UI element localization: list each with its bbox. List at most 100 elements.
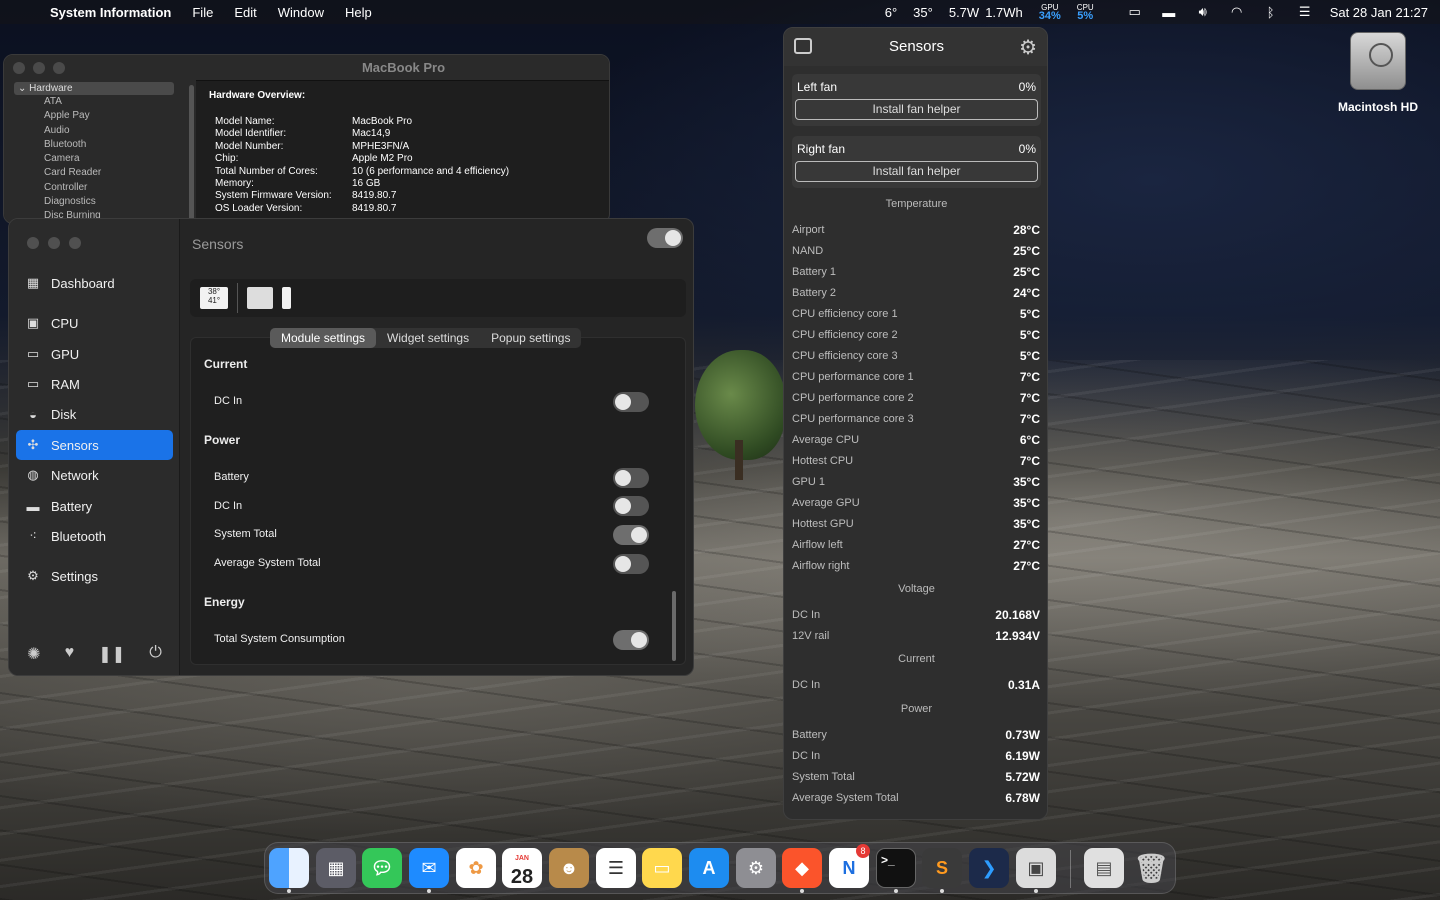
stats-traffic-lights [27,237,81,249]
app-store-icon[interactable]: A [689,848,729,888]
tree-item[interactable]: Camera [14,152,174,166]
hard-drive-icon[interactable] [1350,32,1406,90]
tab-popup-settings[interactable]: Popup settings [480,328,581,348]
trash-icon[interactable]: 🗑︎ [1131,848,1171,888]
toggle-power-system-total[interactable] [613,525,649,545]
tree-item[interactable]: Controller [14,181,174,195]
tree-item[interactable]: Audio [14,124,174,138]
tab-module-settings[interactable]: Module settings [270,328,377,348]
sensor-name: Airflow right [792,560,850,572]
wifi-icon[interactable]: ◠ [1228,4,1246,19]
stat-temp1[interactable]: 6° [885,5,897,20]
mail-icon[interactable]: ✉ [409,848,449,888]
tree-hardware[interactable]: ⌄ Hardware [14,82,174,95]
menu-window[interactable]: Window [278,5,324,20]
heart-icon[interactable]: ♥ [65,644,75,664]
widget-two-values[interactable]: 38° 41° [200,287,228,309]
gear-icon[interactable]: ⚙ [1019,35,1037,60]
nav-settings[interactable]: ⚙ Settings [16,561,173,591]
sensor-row: System Total 5.72W [792,767,1040,788]
downloads-stack-icon[interactable]: ▤ [1084,848,1124,888]
bluetooth-icon[interactable]: ᛒ [1262,5,1280,20]
section-current: Current [204,357,248,371]
nav-battery[interactable]: ▬ Battery [16,491,173,521]
install-fan-helper-button[interactable]: Install fan helper [795,99,1038,120]
volume-icon[interactable]: 🔊︎ [1194,4,1212,19]
tree-item[interactable]: Card Reader [14,166,174,180]
grid-icon: ▦ [26,275,40,290]
photos-icon[interactable]: ✿ [456,848,496,888]
nav-disk[interactable]: ◒ Disk [16,399,173,429]
control-center-icon[interactable]: ☰ [1296,4,1314,19]
sensor-value: 7°C [1019,391,1040,405]
stat-cpu[interactable]: CPU 5% [1077,3,1094,22]
sublime-text-icon[interactable]: S [922,848,962,888]
toggle-power-battery[interactable] [613,468,649,488]
toggle-power-dc-in[interactable] [613,496,649,516]
nav-gpu[interactable]: ▭ GPU [16,339,173,369]
system-information-icon[interactable]: ▣ [1016,848,1056,888]
nav-network[interactable]: ◍ Network [16,460,173,490]
power-icon[interactable]: ⏻ [149,644,162,664]
sensors-popup-title: Sensors [888,38,945,55]
menu-help[interactable]: Help [345,5,372,20]
minimize-button[interactable] [48,237,60,249]
vscode-icon[interactable]: ❯ [969,848,1009,888]
hw-row: System Firmware Version: 8419.80.7 [215,190,397,202]
toggle-power-average[interactable] [613,554,649,574]
hw-row: Model Identifier: Mac14,9 [215,128,391,140]
tab-widget-settings[interactable]: Widget settings [376,328,480,348]
display-icon[interactable]: ▭ [1126,4,1144,19]
sysinfo-title: MacBook Pro [196,55,609,81]
brave-browser-icon[interactable]: ◆ [782,848,822,888]
module-enable-toggle[interactable] [647,228,683,248]
nav-ram[interactable]: ▭ RAM [16,369,173,399]
close-button[interactable] [27,237,39,249]
nav-bluetooth[interactable]: ⁖ Bluetooth [16,521,173,551]
clock[interactable]: Sat 28 Jan 21:27 [1330,5,1428,20]
zoom-button[interactable] [53,62,65,74]
launchpad-icon[interactable]: ▦ [316,848,356,888]
widget-mini[interactable] [282,287,291,309]
pause-icon[interactable]: ❚❚ [98,644,125,664]
menu-app-name[interactable]: System Information [50,5,171,20]
settings-scrollbar[interactable] [672,591,676,661]
hard-drive-label[interactable]: Macintosh HD [1322,100,1434,114]
nav-dashboard[interactable]: ▦ Dashboard [16,268,173,298]
zoom-button[interactable] [69,237,81,249]
tree-item[interactable]: ATA [14,95,174,109]
tree-item[interactable]: Diagnostics [14,195,174,209]
finder-icon[interactable] [269,848,309,888]
messages-icon[interactable]: 💬︎ [362,848,402,888]
sysinfo-scrollbar[interactable] [189,85,194,223]
stat-temp2[interactable]: 35° [913,5,933,20]
menu-file[interactable]: File [192,5,213,20]
widget-chart[interactable] [247,287,273,309]
system-settings-icon[interactable]: ⚙ [736,848,776,888]
sensor-row: Airflow left 27°C [792,535,1040,556]
sensor-value: 35°C [1013,475,1040,489]
stat-gpu[interactable]: GPU 34% [1039,3,1061,22]
contacts-icon[interactable]: ☻ [549,848,589,888]
toggle-energy-total[interactable] [613,630,649,650]
tree-item[interactable]: Bluetooth [14,138,174,152]
sensor-value: 27°C [1013,559,1040,573]
stat-power[interactable]: 5.7W [949,5,979,20]
tree-item[interactable]: Apple Pay [14,109,174,123]
terminal-icon[interactable]: >_ [876,848,916,888]
bug-icon[interactable]: ✺ [27,644,40,664]
nav-sensors[interactable]: ✣ Sensors [16,430,173,460]
minimize-button[interactable] [33,62,45,74]
notification-badge: 8 [856,844,870,858]
nav-cpu[interactable]: ▣ CPU [16,308,173,338]
install-fan-helper-button[interactable]: Install fan helper [795,161,1038,182]
battery-icon[interactable]: ▬ [1160,5,1178,20]
stat-energy[interactable]: 1.7Wh [985,5,1023,20]
reminders-icon[interactable]: ☰ [596,848,636,888]
menu-edit[interactable]: Edit [234,5,256,20]
notes-icon[interactable]: ▭ [642,848,682,888]
toggle-current-dc-in[interactable] [613,392,649,412]
close-button[interactable] [13,62,25,74]
sensor-name: Average CPU [792,434,860,446]
calendar-icon[interactable]: JAN 28 [502,848,542,888]
